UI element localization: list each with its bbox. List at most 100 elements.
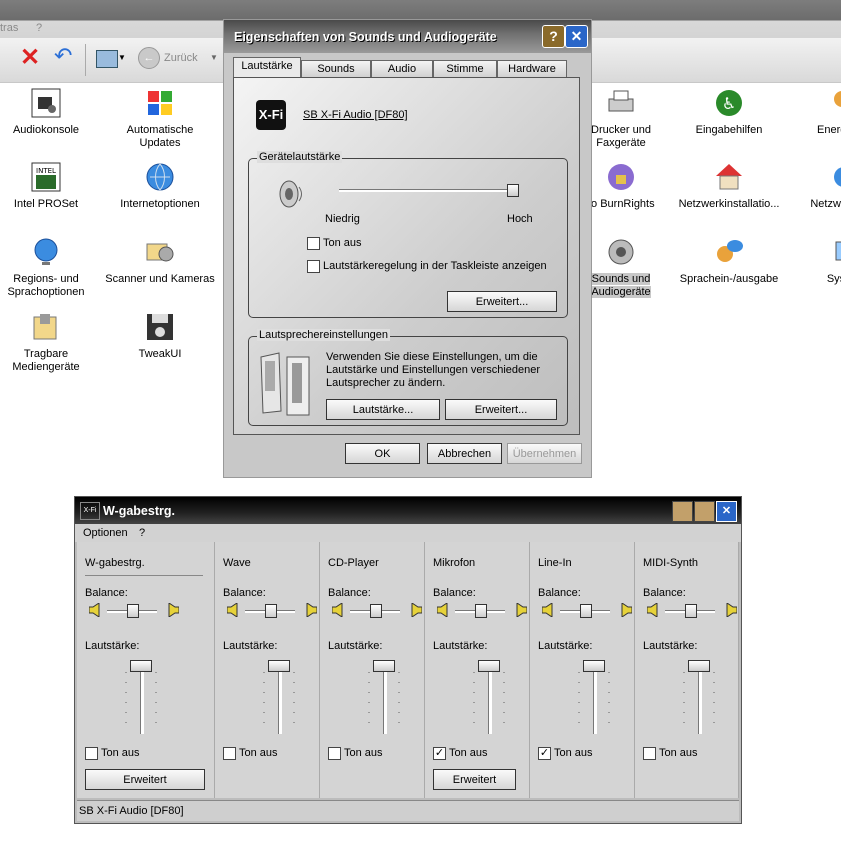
- back-button-label[interactable]: Zurück: [164, 52, 198, 64]
- icon-scanners-cameras[interactable]: Scanner und Kameras: [105, 235, 215, 286]
- printer-icon: [604, 86, 638, 120]
- undo-icon[interactable]: ↶: [54, 44, 72, 68]
- channel-name: Wave: [223, 557, 251, 569]
- icon-tweakui[interactable]: TweakUI: [105, 310, 215, 361]
- icon-audiokonsole[interactable]: Audiokonsole: [0, 86, 101, 137]
- channel-mute-checkbox[interactable]: [328, 747, 341, 760]
- menu-item-extras[interactable]: tras: [0, 22, 18, 34]
- channel-mute-checkbox[interactable]: ✓: [433, 747, 446, 760]
- volume-label: Lautstärke:: [223, 640, 278, 652]
- volume-slider[interactable]: [688, 660, 710, 672]
- channel-mute-checkbox[interactable]: [223, 747, 236, 760]
- volume-slider[interactable]: [268, 660, 290, 672]
- icon-network-connections[interactable]: Netzwerkv: [781, 160, 841, 211]
- mute-checkbox[interactable]: [307, 237, 320, 250]
- volume-slider[interactable]: [583, 660, 605, 672]
- balance-slider[interactable]: [265, 604, 277, 618]
- volume-track[interactable]: [278, 667, 282, 734]
- mixer-channel-1: Wave Balance: Lautstärke: Ton aus: [215, 542, 320, 798]
- volume-slider[interactable]: [130, 660, 152, 672]
- balance-slider[interactable]: [580, 604, 592, 618]
- volume-slider[interactable]: [478, 660, 500, 672]
- intel-icon: INTEL: [29, 160, 63, 194]
- icon-energy[interactable]: Energie: [781, 86, 841, 137]
- menu-optionen[interactable]: Optionen: [83, 527, 128, 539]
- speaker-settings-group: Lautsprechereinstellungen Verwenden Sie …: [248, 329, 568, 426]
- tab-audio[interactable]: Audio: [371, 60, 433, 78]
- volume-track[interactable]: [593, 667, 597, 734]
- chevron-down-icon[interactable]: ▼: [118, 53, 126, 62]
- minimize-icon[interactable]: [672, 501, 693, 522]
- volume-tab-panel: X-Fi SB X-Fi Audio [DF80] Gerätelautstär…: [233, 77, 580, 435]
- icon-system[interactable]: Sys: [781, 235, 841, 286]
- apply-button[interactable]: Übernehmen: [507, 443, 582, 464]
- volume-ticks-right: [608, 672, 610, 732]
- views-icon[interactable]: [96, 50, 118, 68]
- balance-slider[interactable]: [127, 604, 139, 618]
- icon-intel-proset[interactable]: INTEL Intel PROSet: [0, 160, 101, 211]
- balance-slider[interactable]: [685, 604, 697, 618]
- windows-flag-icon: [143, 86, 177, 120]
- speaker-left-icon: [227, 603, 238, 617]
- volume-label: Lautstärke:: [85, 640, 140, 652]
- mixer-menubar: Optionen ?: [75, 524, 741, 542]
- speaker-left-icon: [437, 603, 448, 617]
- icon-speech[interactable]: Sprachein-/ausgabe: [674, 235, 784, 286]
- volume-label: Lautstärke:: [433, 640, 488, 652]
- balance-label: Balance:: [538, 587, 581, 599]
- help-button[interactable]: ?: [542, 25, 565, 48]
- channel-mute-label: Ton aus: [239, 747, 278, 759]
- speaker-left-icon: [89, 603, 100, 617]
- tab-lautstaerke[interactable]: Lautstärke: [233, 57, 301, 79]
- network-globe-icon: [819, 160, 841, 194]
- menu-help[interactable]: ?: [139, 527, 145, 539]
- device-name: SB X-Fi Audio [DF80]: [303, 109, 408, 121]
- balance-slider[interactable]: [475, 604, 487, 618]
- icon-network-setup[interactable]: Netzwerkinstallatio...: [674, 160, 784, 211]
- cancel-button[interactable]: Abbrechen: [427, 443, 502, 464]
- channel-divider: [85, 575, 203, 576]
- close-icon[interactable]: ✕: [565, 25, 588, 48]
- menu-item-help[interactable]: ?: [36, 22, 42, 34]
- icon-portable-media[interactable]: Tragbare Mediengeräte: [0, 310, 101, 374]
- volume-ticks-left: [473, 672, 475, 732]
- svg-text:♿: ♿: [722, 94, 736, 113]
- speaker-volume-button[interactable]: Lautstärke...: [326, 399, 440, 420]
- speaker-settings-description: Verwenden Sie diese Einstellungen, um di…: [326, 351, 541, 389]
- balance-label: Balance:: [223, 587, 266, 599]
- mixer-close-icon[interactable]: ✕: [716, 501, 737, 522]
- ok-button[interactable]: OK: [345, 443, 420, 464]
- speaker-left-icon: [542, 603, 553, 617]
- channel-advanced-button[interactable]: Erweitert: [433, 769, 516, 790]
- device-advanced-button[interactable]: Erweitert...: [447, 291, 557, 312]
- volume-track[interactable]: [488, 667, 492, 734]
- volume-ticks-left: [263, 672, 265, 732]
- speaker-advanced-button[interactable]: Erweitert...: [445, 399, 557, 420]
- back-dropdown-icon[interactable]: ▼: [210, 53, 218, 62]
- volume-ticks-left: [683, 672, 685, 732]
- back-arrow-icon[interactable]: ←: [138, 47, 160, 69]
- balance-slider[interactable]: [370, 604, 382, 618]
- tab-sounds[interactable]: Sounds: [301, 60, 371, 78]
- tab-hardware[interactable]: Hardware: [497, 60, 567, 78]
- volume-track[interactable]: [698, 667, 702, 734]
- taskbar-icon-checkbox[interactable]: [307, 260, 320, 273]
- tab-stimme[interactable]: Stimme: [433, 60, 497, 78]
- volume-track[interactable]: [383, 667, 387, 734]
- portable-device-icon: [29, 310, 63, 344]
- icon-internet-options[interactable]: Internetoptionen: [105, 160, 215, 211]
- channel-mute-checkbox[interactable]: [643, 747, 656, 760]
- icon-regional-options[interactable]: Regions- und Sprachoptionen: [0, 235, 101, 299]
- device-volume-track[interactable]: [339, 189, 511, 192]
- device-volume-slider[interactable]: [507, 184, 519, 197]
- channel-mute-checkbox[interactable]: ✓: [538, 747, 551, 760]
- delete-icon[interactable]: ✕: [20, 46, 40, 70]
- maximize-icon[interactable]: [694, 501, 715, 522]
- volume-track[interactable]: [140, 667, 144, 734]
- channel-mute-checkbox[interactable]: [85, 747, 98, 760]
- volume-slider[interactable]: [373, 660, 395, 672]
- icon-automatic-updates[interactable]: Automatische Updates: [105, 86, 215, 150]
- volume-ticks-right: [293, 672, 295, 732]
- icon-accessibility[interactable]: ♿ Eingabehilfen: [674, 86, 784, 137]
- channel-advanced-button[interactable]: Erweitert: [85, 769, 205, 790]
